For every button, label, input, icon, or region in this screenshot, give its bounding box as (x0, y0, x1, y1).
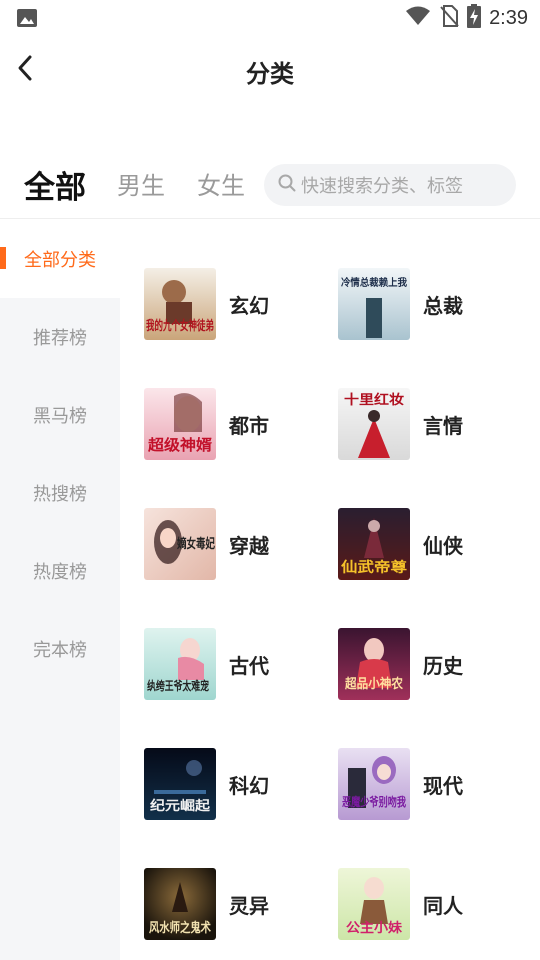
search-icon (278, 174, 296, 196)
category-history[interactable]: 超品小神农 历史 (338, 626, 528, 702)
cover-title: 我的九个女神徒弟 (146, 318, 214, 334)
cover-title: 仙武帝尊 (341, 559, 407, 576)
category-xianxia[interactable]: 仙武帝尊 仙侠 (338, 506, 528, 582)
tab-female[interactable]: 女生 (197, 166, 245, 201)
sidebar-item-label: 完本榜 (33, 640, 87, 661)
photo-notification-icon (16, 8, 38, 28)
category-urban[interactable]: 超级神婿 都市 (144, 386, 334, 462)
sidebar-item-recommended[interactable]: 推荐榜 (0, 298, 120, 376)
category-supernatural[interactable]: 风水师之鬼术 灵异 (144, 866, 334, 942)
sidebar-item-label: 全部分类 (24, 250, 96, 271)
category-label: 仙侠 (423, 533, 463, 558)
cover-title: 超级神婿 (147, 436, 213, 454)
category-label: 科幻 (229, 773, 269, 798)
cover-title: 十里红妆 (344, 392, 404, 408)
category-ceo[interactable]: 冷情总裁赖上我 总裁 (338, 266, 528, 342)
book-cover: 恶魔少爷别吻我 (338, 748, 410, 820)
category-grid: 我的九个女神徒弟 玄幻 冷情总裁赖上我 总裁 超级神婿 都市 (120, 220, 540, 960)
cover-title: 纪元崛起 (150, 798, 211, 814)
category-label: 古代 (229, 653, 269, 678)
category-label: 言情 (423, 413, 463, 438)
sidebar-item-hot-search[interactable]: 热搜榜 (0, 454, 120, 532)
category-ancient[interactable]: 纨绔王爷太难宠 古代 (144, 626, 334, 702)
book-cover: 纨绔王爷太难宠 (144, 628, 216, 700)
book-cover: 公主小妹 (338, 868, 410, 940)
book-cover: 风水师之鬼术 (144, 868, 216, 940)
sidebar-item-dark-horse[interactable]: 黑马榜 (0, 376, 120, 454)
sidebar-item-completed[interactable]: 完本榜 (0, 610, 120, 688)
sidebar-item-label: 推荐榜 (33, 328, 87, 349)
category-label: 灵异 (229, 893, 269, 918)
tab-male[interactable]: 男生 (117, 166, 165, 201)
divider (0, 218, 540, 219)
category-time-travel[interactable]: 嫡女毒妃 穿越 (144, 506, 334, 582)
category-label: 现代 (423, 773, 463, 798)
book-cover: 我的九个女神徒弟 (144, 268, 216, 340)
book-cover: 超品小神农 (338, 628, 410, 700)
cover-title: 纨绔王爷太难宠 (147, 678, 209, 693)
book-cover: 纪元崛起 (144, 748, 216, 820)
category-modern[interactable]: 恶魔少爷别吻我 现代 (338, 746, 528, 822)
category-label: 玄幻 (229, 293, 269, 318)
header: 分类 (0, 40, 540, 100)
cover-title: 超品小神农 (345, 676, 403, 692)
cover-title: 风水师之鬼术 (149, 920, 211, 936)
book-cover: 超级神婿 (144, 388, 216, 460)
cover-title: 冷情总裁赖上我 (341, 276, 407, 289)
category-label: 历史 (423, 653, 463, 678)
battery-charging-icon (467, 4, 482, 32)
sidebar-item-label: 热搜榜 (33, 484, 87, 505)
book-cover: 十里红妆 (338, 388, 410, 460)
cover-title: 公主小妹 (346, 920, 403, 936)
cover-title: 嫡女毒妃 (177, 536, 215, 552)
category-page: 2:39 分类 全部 男生 女生 快速搜索分类、标签 全部分类 推荐榜 黑马榜 … (0, 0, 540, 960)
sidebar-item-all-categories[interactable]: 全部分类 (0, 220, 120, 298)
search-input[interactable]: 快速搜索分类、标签 (264, 164, 516, 206)
no-sim-icon (439, 5, 459, 31)
category-label: 穿越 (229, 533, 269, 558)
category-fanfiction[interactable]: 公主小妹 同人 (338, 866, 528, 942)
gender-tabs: 全部 男生 女生 快速搜索分类、标签 (0, 160, 540, 216)
category-romance[interactable]: 十里红妆 言情 (338, 386, 528, 462)
sidebar-item-label: 热度榜 (33, 562, 87, 583)
category-label: 总裁 (423, 293, 463, 318)
category-scifi[interactable]: 纪元崛起 科幻 (144, 746, 334, 822)
category-label: 都市 (229, 413, 269, 438)
cover-title: 恶魔少爷别吻我 (342, 794, 406, 809)
sidebar: 全部分类 推荐榜 黑马榜 热搜榜 热度榜 完本榜 (0, 220, 120, 960)
page-title: 分类 (246, 60, 294, 88)
status-time: 2:39 (489, 6, 528, 29)
book-cover: 仙武帝尊 (338, 508, 410, 580)
book-cover: 冷情总裁赖上我 (338, 268, 410, 340)
search-placeholder: 快速搜索分类、标签 (301, 176, 463, 197)
status-bar: 2:39 (0, 0, 540, 36)
book-cover: 嫡女毒妃 (144, 508, 216, 580)
tab-all[interactable]: 全部 (24, 162, 86, 207)
category-label: 同人 (423, 893, 463, 918)
sidebar-item-label: 黑马榜 (33, 406, 87, 427)
category-xuanhuan[interactable]: 我的九个女神徒弟 玄幻 (144, 266, 334, 342)
active-indicator (0, 247, 6, 269)
sidebar-item-popularity[interactable]: 热度榜 (0, 532, 120, 610)
wifi-icon (405, 6, 431, 30)
